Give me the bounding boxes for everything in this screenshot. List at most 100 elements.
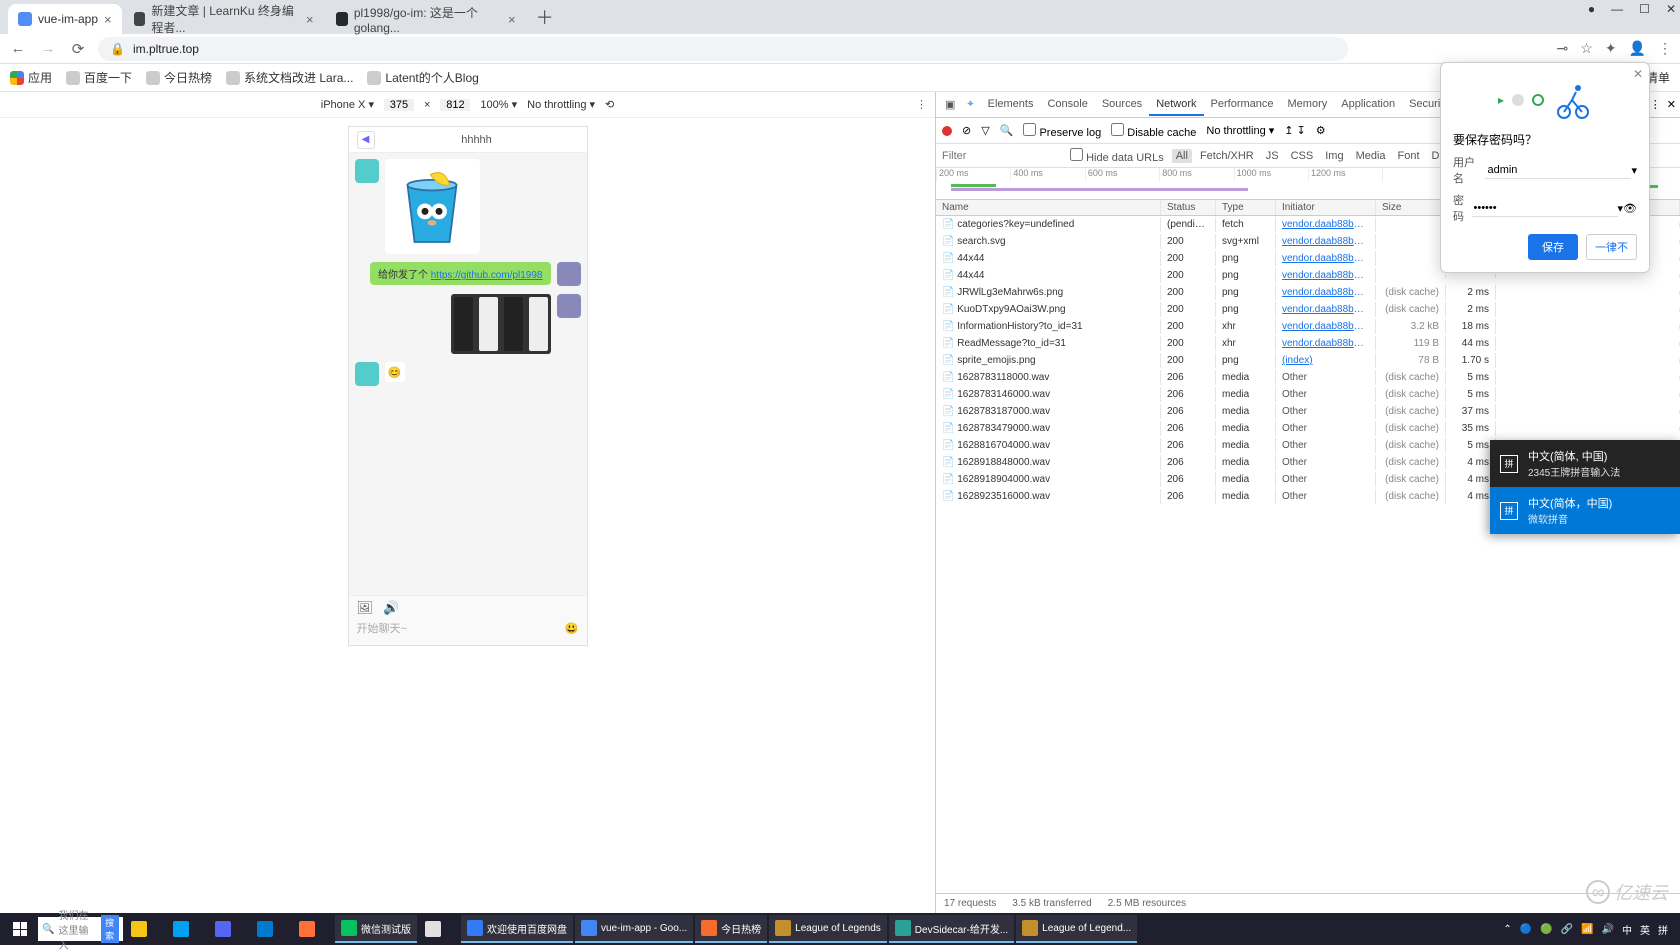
device-select[interactable]: iPhone X ▾: [321, 98, 374, 111]
record-button[interactable]: [942, 126, 952, 136]
devtools-tab-network[interactable]: Network: [1149, 94, 1203, 116]
filter-type-media[interactable]: Media: [1352, 149, 1390, 163]
network-settings-icon[interactable]: ⚙: [1316, 124, 1326, 137]
browser-tab[interactable]: 新建文章 | LearnKu 终身编程者...×: [124, 4, 324, 34]
throttle-dropdown[interactable]: No throttling ▾: [1206, 124, 1274, 137]
image-message[interactable]: [385, 159, 480, 254]
tab-close-icon[interactable]: ×: [104, 12, 112, 27]
system-tray[interactable]: ⌃ 🔵 🟢 🔗 📶 🔊 中英拼: [1503, 922, 1676, 937]
user-badge-icon[interactable]: ●: [1588, 2, 1595, 16]
taskbar-app[interactable]: DevSidecar-给开发...: [889, 915, 1014, 943]
taskbar-app[interactable]: League of Legend...: [1016, 915, 1137, 943]
bookmark-item[interactable]: 系统文档改进 Lara...: [226, 69, 353, 86]
minimize-button[interactable]: —: [1611, 2, 1623, 16]
emoji-picker-icon[interactable]: 😃: [565, 622, 579, 635]
filter-type-css[interactable]: CSS: [1287, 149, 1318, 163]
tray-icon[interactable]: 📶: [1581, 924, 1593, 935]
taskbar-app[interactable]: [419, 915, 459, 943]
devtools-tab-elements[interactable]: Elements: [981, 94, 1041, 116]
ime-option[interactable]: 拼中文(简体, 中国)2345王牌拼音输入法: [1490, 440, 1680, 487]
star-icon[interactable]: ☆: [1580, 40, 1593, 57]
chrome-menu-icon[interactable]: ⋮: [1658, 40, 1672, 57]
tray-icon[interactable]: 中: [1622, 922, 1632, 937]
start-button[interactable]: [4, 915, 36, 943]
network-request-row[interactable]: 📄 JRWlLg3eMahrw6s.png200pngvendor.daab88…: [936, 284, 1680, 301]
profile-icon[interactable]: 👤: [1629, 40, 1646, 57]
bookmark-item[interactable]: Latent的个人Blog: [367, 69, 478, 86]
tray-icon[interactable]: 🔊: [1602, 924, 1614, 935]
disable-cache-checkbox[interactable]: Disable cache: [1111, 123, 1196, 139]
network-table[interactable]: Name Status Type Initiator Size Time Wat…: [936, 200, 1680, 893]
dropdown-icon[interactable]: ▾: [1631, 164, 1637, 177]
taskbar-app[interactable]: 今日热榜: [695, 915, 767, 943]
new-tab-button[interactable]: ＋: [528, 0, 562, 34]
tray-icon[interactable]: 🔗: [1561, 924, 1573, 935]
filter-type-fetch-xhr[interactable]: Fetch/XHR: [1196, 149, 1258, 163]
network-request-row[interactable]: 📄 ReadMessage?to_id=31200xhrvendor.daab8…: [936, 335, 1680, 352]
taskbar-app[interactable]: League of Legends: [769, 915, 887, 943]
password-input[interactable]: [1472, 200, 1618, 217]
device-more-icon[interactable]: ⋮: [916, 98, 927, 111]
import-export-icon[interactable]: ↥ ↧: [1284, 124, 1306, 137]
chat-back-button[interactable]: ◀: [357, 131, 375, 149]
filter-type-js[interactable]: JS: [1262, 149, 1283, 163]
throttle-select[interactable]: No throttling ▾: [527, 98, 595, 111]
link-message[interactable]: 给你发了个 https://github.com/pl1998: [370, 262, 551, 285]
network-request-row[interactable]: 📄 KuoDTxpy9AOai3W.png200pngvendor.daab88…: [936, 301, 1680, 318]
tray-icon[interactable]: 英: [1640, 922, 1650, 937]
close-window-button[interactable]: ✕: [1666, 2, 1676, 16]
filter-type-font[interactable]: Font: [1394, 149, 1424, 163]
ime-switcher[interactable]: 拼中文(简体, 中国)2345王牌拼音输入法拼中文(简体，中国)微软拼音: [1490, 440, 1680, 534]
devtools-tab-performance[interactable]: Performance: [1204, 94, 1281, 116]
search-icon[interactable]: 🔍: [1000, 124, 1014, 137]
reload-button[interactable]: ⟳: [68, 40, 88, 58]
eye-icon[interactable]: 👁: [1623, 202, 1637, 215]
tray-icon[interactable]: 拼: [1658, 922, 1668, 937]
filter-input[interactable]: [942, 150, 1062, 162]
device-mode-icon[interactable]: ⌖: [962, 95, 978, 114]
network-request-row[interactable]: 📄 InformationHistory?to_id=31200xhrvendo…: [936, 318, 1680, 335]
never-save-button[interactable]: 一律不: [1586, 234, 1637, 260]
network-request-row[interactable]: 📄 1628783187000.wav206mediaOther(disk ca…: [936, 403, 1680, 420]
tray-icon[interactable]: 🟢: [1540, 924, 1552, 935]
filter-type-img[interactable]: Img: [1321, 149, 1347, 163]
network-request-row[interactable]: 📄 1628783479000.wav206mediaOther(disk ca…: [936, 420, 1680, 437]
extensions-icon[interactable]: ✦: [1605, 40, 1617, 57]
preserve-log-checkbox[interactable]: Preserve log: [1023, 123, 1101, 139]
popup-close-icon[interactable]: ✕: [1633, 67, 1643, 81]
devtools-more-icon[interactable]: ⋮: [1650, 98, 1661, 111]
tray-icon[interactable]: 🔵: [1520, 924, 1532, 935]
height-input[interactable]: [440, 99, 470, 111]
bookmark-item[interactable]: 今日热榜: [146, 69, 212, 86]
network-request-row[interactable]: 📄 1628783146000.wav206mediaOther(disk ca…: [936, 386, 1680, 403]
key-icon[interactable]: ⊸: [1557, 40, 1569, 57]
taskbar-app[interactable]: 欢迎使用百度网盘: [461, 915, 573, 943]
taskbar-app[interactable]: [293, 915, 333, 943]
browser-tab[interactable]: pl1998/go-im: 这是一个golang...×: [326, 4, 526, 34]
filter-toggle-icon[interactable]: ▽: [981, 124, 989, 137]
browser-tab[interactable]: vue-im-app×: [8, 4, 122, 34]
image-icon[interactable]: 🖼: [357, 600, 374, 616]
taskbar-app[interactable]: [125, 915, 165, 943]
apps-shortcut[interactable]: 应用: [10, 69, 52, 86]
username-input[interactable]: [1485, 162, 1631, 179]
taskbar-app[interactable]: vue-im-app - Goo...: [575, 915, 693, 943]
devtools-tab-console[interactable]: Console: [1040, 94, 1094, 116]
chat-input[interactable]: 开始聊天~: [357, 620, 407, 636]
back-button[interactable]: ←: [8, 40, 28, 57]
chat-messages[interactable]: 给你发了个 https://github.com/pl1998 😊: [349, 153, 587, 595]
taskbar-search[interactable]: 🔍我们在这里输入搜索: [38, 917, 123, 941]
screenshot-message[interactable]: [451, 294, 551, 354]
devtools-tab-sources[interactable]: Sources: [1095, 94, 1149, 116]
clear-button[interactable]: ⊘: [962, 124, 971, 137]
tab-close-icon[interactable]: ×: [306, 12, 314, 27]
width-input[interactable]: [384, 99, 414, 111]
taskbar-app[interactable]: 微信测试版: [335, 915, 417, 943]
bookmark-item[interactable]: 百度一下: [66, 69, 132, 86]
taskbar-app[interactable]: [209, 915, 249, 943]
hide-data-urls-checkbox[interactable]: Hide data URLs: [1070, 148, 1164, 164]
zoom-select[interactable]: 100% ▾: [480, 98, 517, 111]
tray-icon[interactable]: ⌃: [1503, 924, 1511, 935]
ime-option[interactable]: 拼中文(简体，中国)微软拼音: [1490, 487, 1680, 534]
devtools-close-icon[interactable]: ✕: [1667, 98, 1676, 111]
